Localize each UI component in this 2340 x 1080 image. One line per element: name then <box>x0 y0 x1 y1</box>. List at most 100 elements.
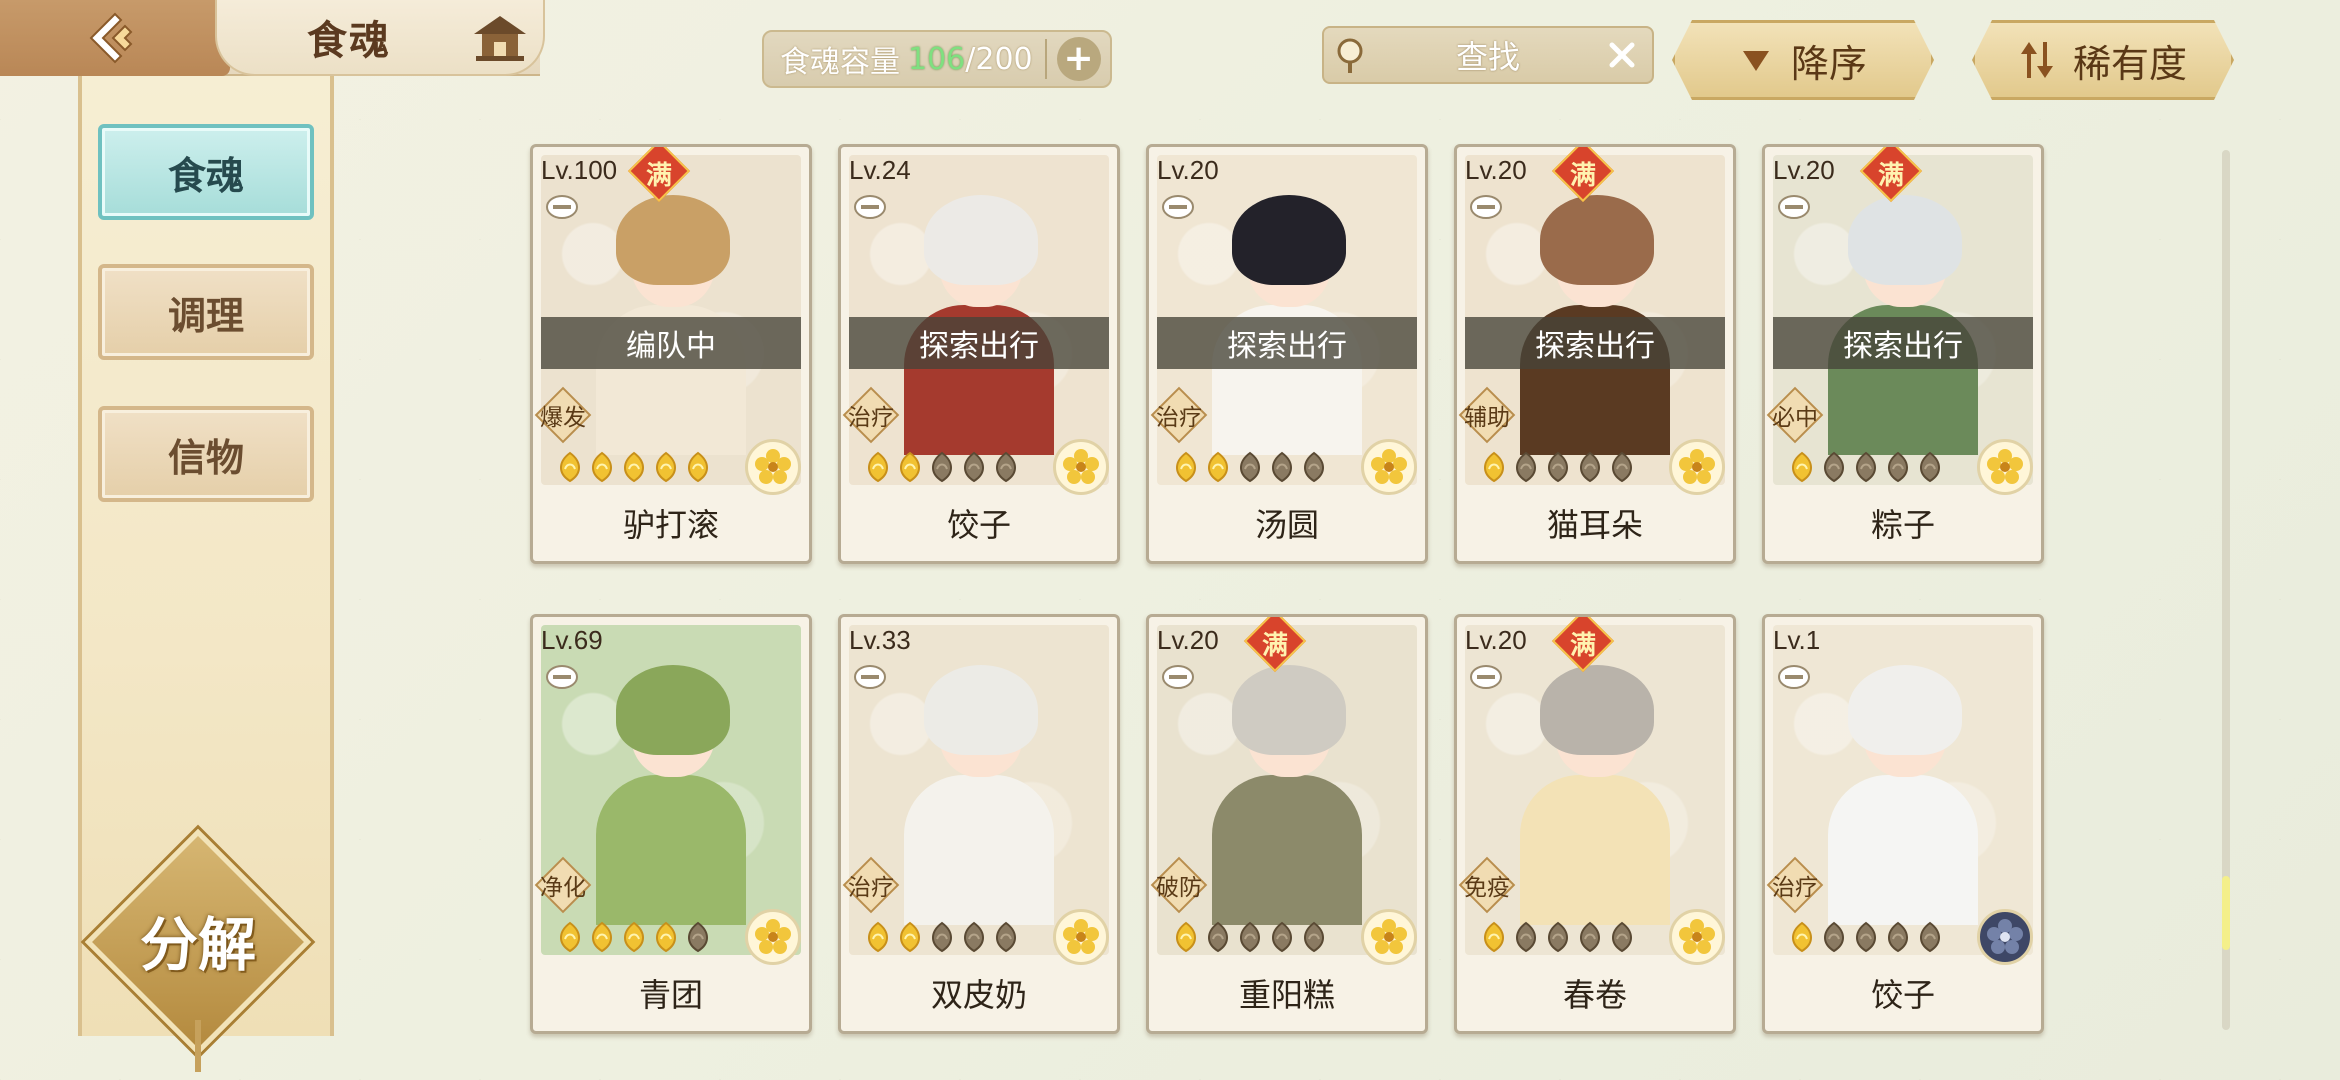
star-rating <box>1787 451 1945 485</box>
status-label: 探索出行 <box>1535 329 1655 364</box>
star-filled-icon <box>688 451 708 483</box>
star-rating <box>863 451 1021 485</box>
food-soul-card[interactable]: Lv.20 探索出行 治疗 汤圆 <box>1146 144 1428 564</box>
star-filled-icon <box>656 921 676 953</box>
capacity-max: 200 <box>975 41 1033 77</box>
star-empty-icon <box>1856 921 1876 953</box>
bowl-icon <box>1470 665 1502 689</box>
close-icon[interactable] <box>1604 37 1640 73</box>
sidebar-tab-label: 食魂 <box>167 152 244 198</box>
star-filled-icon <box>624 451 644 483</box>
star-filled-icon <box>1792 451 1812 483</box>
capacity-divider <box>1044 39 1047 79</box>
rarity-flower-icon <box>1669 909 1725 965</box>
food-soul-card[interactable]: Lv.69 净化 青团 <box>530 614 812 1034</box>
status-label: 探索出行 <box>919 329 1039 364</box>
character-figure <box>1818 665 1988 925</box>
max-badge-label: 满 <box>1569 160 1596 191</box>
star-empty-icon <box>1272 921 1292 953</box>
sidebar-tab-tiaoli[interactable]: 调理 <box>98 264 314 360</box>
level-label: Lv.20 <box>1157 625 1219 655</box>
back-button[interactable] <box>0 0 230 76</box>
role-tag: 净化 <box>533 855 593 915</box>
role-label: 破防 <box>1156 875 1202 901</box>
rarity-flower-icon <box>745 439 801 495</box>
star-empty-icon <box>964 921 984 953</box>
status-band: 探索出行 <box>1773 317 2033 369</box>
star-empty-icon <box>1240 451 1260 483</box>
role-label: 治疗 <box>1156 405 1202 431</box>
star-empty-icon <box>996 451 1016 483</box>
star-filled-icon <box>900 921 920 953</box>
star-rating <box>1171 921 1329 955</box>
sort-arrows-icon <box>2019 40 2055 80</box>
star-rating <box>555 921 713 955</box>
food-soul-card[interactable]: Lv.20 满 破防 重阳糕 <box>1146 614 1428 1034</box>
role-label: 免疫 <box>1464 875 1510 901</box>
star-empty-icon <box>1824 921 1844 953</box>
back-arrow-icon <box>89 12 133 64</box>
rarity-flower-icon <box>1361 439 1417 495</box>
level-label: Lv.1 <box>1773 625 1821 655</box>
star-filled-icon <box>1484 921 1504 953</box>
rarity-flower-icon <box>1053 909 1109 965</box>
food-soul-card[interactable]: Lv.20 满 探索出行 必中 粽子 <box>1762 144 2044 564</box>
max-badge-label: 满 <box>645 160 672 191</box>
rarity-flower-icon <box>1977 439 2033 495</box>
sort-key-label: 稀有度 <box>2072 41 2187 86</box>
max-badge-label: 满 <box>1261 630 1288 661</box>
capacity-current: 106 <box>908 41 966 77</box>
status-band: 探索出行 <box>849 317 1109 369</box>
rarity-flower-icon <box>1053 439 1109 495</box>
expand-capacity-button[interactable]: + <box>1056 37 1101 81</box>
star-filled-icon <box>1792 921 1812 953</box>
star-filled-icon <box>560 451 580 483</box>
character-name: 饺子 <box>1870 976 1935 1014</box>
star-empty-icon <box>1548 451 1568 483</box>
food-soul-card[interactable]: Lv.100 满 编队中 爆发 驴打滚 <box>530 144 812 564</box>
character-name: 饺子 <box>946 506 1011 544</box>
scrollbar-thumb[interactable] <box>2222 876 2230 950</box>
role-tag: 爆发 <box>533 385 593 445</box>
role-tag: 破防 <box>1149 855 1209 915</box>
level-label: Lv.20 <box>1465 625 1527 655</box>
star-filled-icon <box>592 921 612 953</box>
sidebar-tab-shihun[interactable]: 食魂 <box>98 124 314 220</box>
rarity-flower-icon <box>1977 909 2033 965</box>
character-figure <box>1202 665 1372 925</box>
bowl-icon <box>1470 195 1502 219</box>
sidebar-tab-label: 调理 <box>167 292 244 338</box>
sort-order-button[interactable]: 降序 <box>1672 20 1934 100</box>
status-label: 探索出行 <box>1843 329 1963 364</box>
level-label: Lv.20 <box>1773 155 1835 185</box>
role-tag: 治疗 <box>1149 385 1209 445</box>
star-filled-icon <box>592 451 612 483</box>
food-soul-card[interactable]: Lv.24 探索出行 治疗 饺子 <box>838 144 1120 564</box>
home-icon[interactable] <box>470 10 530 66</box>
star-empty-icon <box>1888 921 1908 953</box>
bowl-icon <box>546 195 578 219</box>
sort-key-button[interactable]: 稀有度 <box>1972 20 2234 100</box>
level-label: Lv.24 <box>849 155 911 185</box>
star-filled-icon <box>1176 451 1196 483</box>
status-band: 编队中 <box>541 317 801 369</box>
character-name: 青团 <box>638 976 703 1014</box>
role-label: 治疗 <box>1772 875 1818 901</box>
food-soul-card[interactable]: Lv.20 满 免疫 春卷 <box>1454 614 1736 1034</box>
star-empty-icon <box>1580 451 1600 483</box>
level-label: Lv.33 <box>849 625 911 655</box>
level-label: Lv.69 <box>541 625 603 655</box>
search-input[interactable]: 查找 <box>1322 26 1654 84</box>
star-rating <box>1787 921 1945 955</box>
star-empty-icon <box>1920 451 1940 483</box>
search-icon <box>1337 38 1363 73</box>
star-empty-icon <box>1580 921 1600 953</box>
food-soul-card[interactable]: Lv.20 满 探索出行 辅助 猫耳朵 <box>1454 144 1736 564</box>
sidebar-tab-xinwu[interactable]: 信物 <box>98 406 314 502</box>
role-label: 爆发 <box>540 405 586 431</box>
food-soul-card[interactable]: Lv.33 治疗 双皮奶 <box>838 614 1120 1034</box>
food-soul-card[interactable]: Lv.1 治疗 饺子 <box>1762 614 2044 1034</box>
status-band: 探索出行 <box>1157 317 1417 369</box>
rarity-flower-icon <box>1669 439 1725 495</box>
star-empty-icon <box>932 451 952 483</box>
